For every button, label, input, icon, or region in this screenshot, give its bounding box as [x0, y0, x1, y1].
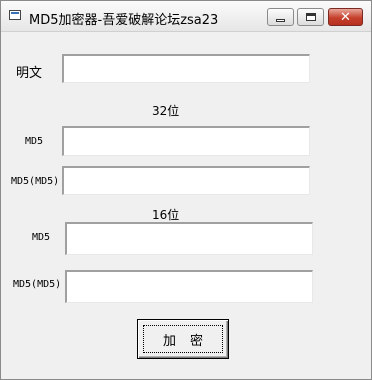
- maximize-icon: [305, 13, 316, 21]
- md5md5-32-output[interactable]: [62, 166, 310, 195]
- md5-16-label: MD5: [32, 232, 51, 243]
- window-title: MD5加密器-吾爱破解论坛zsa23: [29, 13, 219, 28]
- plaintext-label: 明文: [16, 66, 43, 81]
- window-app-icon[interactable]: [9, 10, 21, 20]
- title-bar[interactable]: MD5加密器-吾爱破解论坛zsa23 ✕: [1, 1, 371, 32]
- app-window: MD5加密器-吾爱破解论坛zsa23 ✕ 明文 32位 MD5 MD5(MD5)…: [0, 0, 372, 380]
- section-32bit-label: 32位: [152, 104, 180, 118]
- close-button[interactable]: ✕: [328, 8, 363, 26]
- md5-16-output[interactable]: [65, 222, 313, 255]
- md5md5-16-label: MD5(MD5): [13, 279, 62, 290]
- maximize-button[interactable]: [297, 8, 324, 26]
- md5-32-output[interactable]: [62, 126, 310, 156]
- minimize-icon: [276, 18, 285, 22]
- close-icon: ✕: [340, 9, 351, 25]
- section-16bit-label: 16位: [152, 208, 180, 222]
- plaintext-input[interactable]: [62, 54, 310, 83]
- minimize-button[interactable]: [267, 8, 294, 26]
- md5-32-label: MD5: [25, 136, 44, 147]
- md5md5-16-output[interactable]: [65, 270, 313, 303]
- encrypt-button[interactable]: 加密: [137, 319, 229, 359]
- md5md5-32-label: MD5(MD5): [11, 176, 60, 187]
- focus-rect: [143, 325, 223, 353]
